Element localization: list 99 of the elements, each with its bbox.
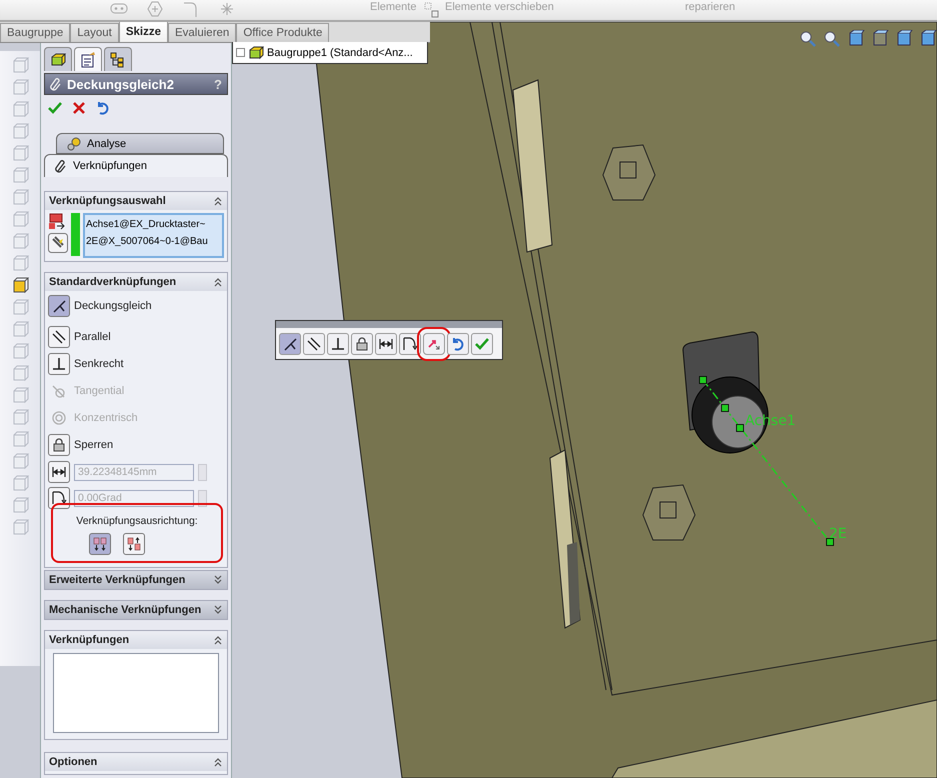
coincident-icon [51, 298, 67, 314]
mates-list[interactable] [53, 653, 219, 733]
section-title: Standardverknüpfungen [49, 276, 178, 288]
alignment-button[interactable] [123, 533, 145, 555]
confirm-icon [47, 100, 63, 116]
selection-swap-icon[interactable] [48, 213, 66, 231]
section-header[interactable]: Erweiterte Verknüpfungen [45, 571, 227, 589]
assembly-icon [50, 52, 66, 68]
checkmark-icon [474, 336, 490, 352]
section-header[interactable]: Standardverknüpfungen [45, 273, 227, 291]
undo-icon [95, 100, 111, 116]
angle-icon [402, 336, 418, 352]
configuration-icon [110, 52, 126, 68]
mate-toolbar-button[interactable] [327, 332, 349, 354]
mate-type-button[interactable] [48, 461, 70, 483]
panel-title: Deckungsgleich2 [67, 76, 175, 92]
ribbon-tab[interactable]: Office Produkte [236, 23, 330, 42]
collapse-icon[interactable] [213, 277, 223, 287]
tangent-icon [51, 382, 67, 398]
ribbon-tab[interactable]: Layout [70, 23, 119, 42]
anti-aligned-icon [126, 536, 142, 552]
gears-icon [67, 136, 81, 150]
section-title: Verknüpfungsauswahl [49, 195, 167, 207]
panel-tab[interactable] [104, 47, 132, 71]
parallel-icon [306, 336, 322, 352]
zoom-icon[interactable] [823, 30, 841, 48]
alignment-label: Verknüpfungsausrichtung: [76, 515, 198, 527]
mate-type-button[interactable] [48, 487, 70, 509]
mate-type-label: Konzentrisch [74, 412, 138, 424]
mate-toolbar-button[interactable] [351, 332, 373, 354]
collapse-icon[interactable] [213, 196, 223, 206]
pushpin-icon[interactable] [48, 233, 68, 253]
panel-tab[interactable] [74, 47, 102, 71]
lock-icon [354, 336, 370, 352]
hex-nut [642, 484, 696, 540]
section-header[interactable]: Mechanische Verknüpfungen [45, 601, 227, 619]
mate-type-button[interactable] [48, 294, 70, 316]
expand-icon[interactable] [213, 605, 223, 615]
mate-type-label: Tangential [74, 384, 124, 396]
parallel-icon [51, 328, 67, 344]
concentric-icon [51, 410, 67, 426]
selection-list[interactable]: Achse1@EX_Drucktaster~ 2E@X_5007064~0-1@Bau [83, 213, 224, 258]
expand-icon[interactable] [213, 575, 223, 585]
sub-tab[interactable]: Verknüpfungen [44, 154, 228, 177]
hex-nut [602, 144, 656, 200]
mate-toolbar-button[interactable] [303, 332, 325, 354]
angle-icon [51, 490, 67, 506]
sub-tab[interactable]: Analyse [56, 133, 224, 154]
section-title: Erweiterte Verknüpfungen [49, 574, 186, 586]
mate-type-button[interactable] [48, 326, 70, 348]
mate-toolbar-button[interactable] [279, 332, 301, 354]
toolbar-grip[interactable] [276, 321, 502, 328]
selection-entry[interactable]: 2E@X_5007064~0-1@Bau [86, 233, 208, 250]
section-title: Optionen [49, 756, 98, 768]
axis-label: 2E [829, 526, 847, 542]
selection-color-bar [71, 213, 80, 256]
perpendicular-icon [51, 356, 67, 372]
section-title: Mechanische Verknüpfungen [49, 604, 202, 616]
alignment-button[interactable] [89, 533, 111, 555]
properties-icon [80, 52, 96, 68]
close-icon [71, 100, 87, 116]
ribbon-tab[interactable]: Evaluieren [168, 23, 236, 42]
selection-entry[interactable]: Achse1@EX_Drucktaster~ [86, 216, 206, 233]
paperclip-icon [55, 159, 67, 173]
expand-icon[interactable] [236, 48, 245, 57]
panel-tab[interactable] [44, 47, 72, 71]
view-tool-icon[interactable] [871, 30, 889, 48]
mate-toolbar-button[interactable] [375, 332, 397, 354]
tree-item[interactable]: Baugruppe1 (Standard<Anz... [267, 46, 413, 58]
distance-icon [51, 464, 67, 480]
undo-icon [450, 336, 466, 352]
lock-icon [51, 436, 67, 452]
paperclip-icon [50, 77, 62, 91]
collapse-icon[interactable] [213, 635, 223, 645]
ribbon-tab[interactable]: Baugruppe [0, 23, 70, 42]
zoom-icon[interactable] [799, 30, 817, 48]
coincident-icon [282, 336, 298, 352]
view-tool-icon[interactable] [895, 30, 913, 48]
mate-type-label: Parallel [74, 330, 111, 342]
perpendicular-icon [330, 336, 346, 352]
collapse-icon[interactable] [213, 757, 223, 767]
feature-tree-flyout[interactable]: Baugruppe1 (Standard<Anz... [232, 42, 428, 64]
view-tool-icon[interactable] [919, 30, 937, 48]
mate-type-label: Deckungsgleich [74, 300, 152, 312]
toolbar-icon[interactable] [11, 277, 29, 295]
mate-type-button[interactable] [48, 434, 70, 456]
aligned-icon [92, 536, 108, 552]
mate-type-button[interactable] [48, 352, 70, 374]
section-header[interactable]: Verknüpfungsauswahl [45, 192, 227, 210]
section-title: Verknüpfungen [49, 634, 130, 646]
section-header[interactable]: Verknüpfungen [45, 631, 227, 649]
mate-toolbar-button[interactable] [399, 332, 421, 354]
assembly-icon [248, 44, 264, 60]
view-tool-icon[interactable] [847, 30, 865, 48]
move-icon[interactable] [424, 2, 440, 18]
ribbon-tab[interactable]: Skizze [118, 21, 168, 42]
mate-type-label: Sperren [74, 438, 114, 450]
section-header[interactable]: Optionen [45, 753, 227, 771]
mate-type-label: Senkrecht [74, 358, 124, 370]
